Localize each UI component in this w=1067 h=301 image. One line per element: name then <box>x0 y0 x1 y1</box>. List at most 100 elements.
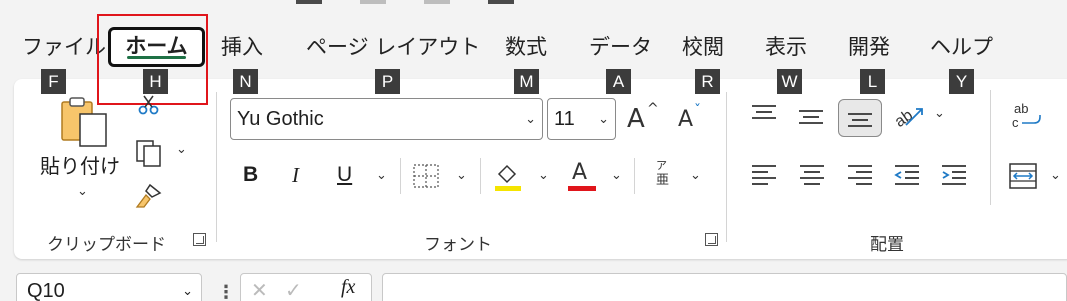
borders-icon <box>413 164 439 188</box>
grow-font-icon: A <box>627 104 645 134</box>
align-top-button[interactable] <box>750 102 780 128</box>
phonetic-icon: 亜 <box>656 173 670 188</box>
paste-button[interactable] <box>56 96 112 152</box>
grow-arrow-icon: ^ <box>647 101 659 117</box>
keytip-page-layout: P <box>375 69 400 94</box>
font-color-swatch <box>568 186 596 191</box>
font-color-dropdown-chevron[interactable]: ⌄ <box>611 168 622 183</box>
tab-help[interactable]: ヘルプ <box>930 28 993 66</box>
align-left-button[interactable] <box>750 162 780 188</box>
fill-color-icon <box>495 164 521 191</box>
keytip-review: R <box>695 69 720 94</box>
fill-color-dropdown-chevron[interactable]: ⌄ <box>538 168 549 183</box>
merge-center-button[interactable] <box>1008 161 1040 191</box>
chevron-down-icon[interactable]: ⌄ <box>525 99 536 139</box>
keytip-home: H <box>143 69 168 94</box>
align-right-button[interactable] <box>846 162 876 188</box>
underline-dropdown-chevron[interactable]: ⌄ <box>376 168 387 183</box>
group-separator <box>480 158 481 194</box>
svg-text:ab: ab <box>1014 101 1028 116</box>
increase-indent-button[interactable] <box>940 162 970 188</box>
font-dialog-launcher[interactable] <box>705 233 718 246</box>
clipboard-group-label: クリップボード <box>47 235 166 255</box>
active-tab-indicator <box>127 56 186 59</box>
paste-label[interactable]: 貼り付け <box>40 150 120 179</box>
borders-button[interactable] <box>411 162 441 190</box>
fx-icon[interactable]: fx <box>341 276 355 299</box>
tab-home-label: ホーム <box>125 34 188 58</box>
align-center-button[interactable] <box>798 162 828 188</box>
font-color-icon: A <box>572 160 588 185</box>
formula-input[interactable] <box>382 273 1067 301</box>
tab-developer[interactable]: 開発 <box>848 28 890 66</box>
merge-center-icon <box>1009 163 1037 189</box>
tab-review[interactable]: 校閲 <box>682 28 724 66</box>
phonetic-dropdown-chevron[interactable]: ⌄ <box>690 168 701 183</box>
group-separator <box>634 158 635 194</box>
cut-icon <box>138 95 159 115</box>
format-painter-icon <box>135 183 162 208</box>
orientation-button[interactable]: ab <box>892 101 928 131</box>
chevron-down-icon[interactable]: ⌄ <box>598 99 609 139</box>
orientation-icon: ab <box>892 107 923 131</box>
grow-font-button[interactable]: A ^ <box>627 100 661 136</box>
phonetic-top-text: ア <box>656 159 667 172</box>
tab-insert[interactable]: 挿入 <box>221 28 263 66</box>
cut-button[interactable] <box>137 94 161 116</box>
shrink-font-button[interactable]: A ˇ <box>678 103 708 137</box>
font-color-button[interactable]: A <box>566 160 598 194</box>
name-box-value: Q10 <box>27 280 65 301</box>
tab-view[interactable]: 表示 <box>765 28 807 66</box>
chevron-down-icon[interactable]: ⌄ <box>182 274 193 301</box>
group-separator <box>216 92 217 242</box>
tab-data[interactable]: データ <box>589 28 652 66</box>
shrink-font-icon: A <box>678 107 694 132</box>
keytip-insert: N <box>233 69 258 94</box>
increase-indent-icon <box>942 165 966 185</box>
group-separator <box>726 92 727 242</box>
borders-dropdown-chevron[interactable]: ⌄ <box>456 168 467 183</box>
tab-formulas[interactable]: 数式 <box>505 28 547 66</box>
merge-dropdown-chevron[interactable]: ⌄ <box>1050 168 1061 183</box>
align-middle-button[interactable] <box>797 105 827 131</box>
formula-buttons: ✕ ✓ fx <box>240 273 372 301</box>
decrease-indent-icon <box>894 165 919 185</box>
copy-icon <box>136 140 161 167</box>
keytip-help: Y <box>949 69 974 94</box>
copy-dropdown-chevron[interactable]: ⌄ <box>176 142 187 157</box>
clipboard-dialog-launcher[interactable] <box>193 233 206 246</box>
keytip-file: F <box>41 69 66 94</box>
formula-bar-splitter[interactable]: ⋮ <box>217 282 235 301</box>
keytip-developer: L <box>860 69 885 94</box>
phonetic-button[interactable]: ア 亜 <box>654 160 674 194</box>
group-separator <box>990 90 991 205</box>
paste-icon <box>61 97 107 147</box>
tab-home[interactable]: ホーム <box>108 27 205 67</box>
align-center-icon <box>800 165 824 185</box>
font-size-combobox[interactable]: 11 ⌄ <box>547 98 616 140</box>
fill-color-button[interactable] <box>493 160 523 192</box>
paste-dropdown-chevron[interactable]: ⌄ <box>77 184 88 199</box>
font-name-value: Yu Gothic <box>237 108 324 130</box>
name-box[interactable]: Q10 ⌄ <box>16 273 202 301</box>
keytip-formulas: M <box>514 69 539 94</box>
wrap-text-icon: ab c <box>1012 101 1041 130</box>
format-painter-button[interactable] <box>134 183 164 211</box>
decrease-indent-button[interactable] <box>893 162 923 188</box>
title-bar-remnant <box>0 0 1067 8</box>
tab-page-layout[interactable]: ページ レイアウト <box>306 28 480 66</box>
orientation-dropdown-chevron[interactable]: ⌄ <box>934 106 945 121</box>
font-name-combobox[interactable]: Yu Gothic ⌄ <box>230 98 543 140</box>
bold-button[interactable]: B <box>243 163 258 187</box>
align-right-icon <box>848 165 872 185</box>
underline-button[interactable]: U <box>337 163 352 187</box>
group-separator <box>400 158 401 194</box>
wrap-text-button[interactable]: ab c <box>1010 99 1044 133</box>
copy-button[interactable] <box>134 138 164 168</box>
cancel-icon[interactable]: ✕ <box>251 278 268 301</box>
align-bottom-button[interactable] <box>838 99 882 137</box>
align-left-icon <box>752 165 776 185</box>
italic-button[interactable]: I <box>292 163 299 188</box>
tab-file[interactable]: ファイル <box>22 28 106 66</box>
enter-icon[interactable]: ✓ <box>285 278 302 301</box>
